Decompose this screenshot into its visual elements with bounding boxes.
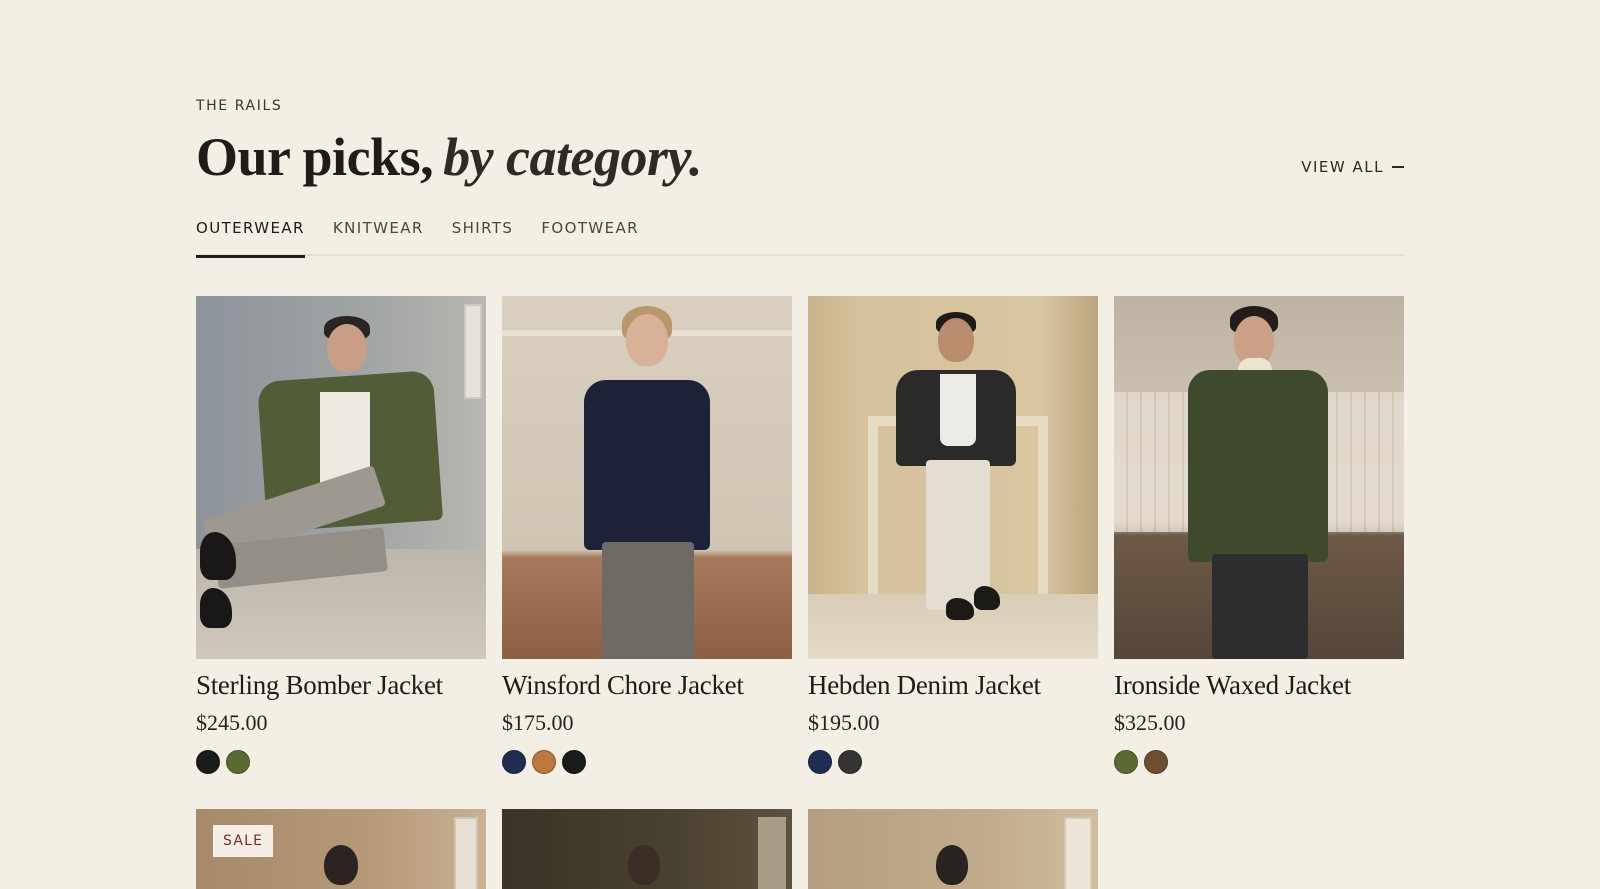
color-swatch[interactable] [226,750,250,774]
color-swatch[interactable] [1144,750,1168,774]
color-swatch[interactable] [532,750,556,774]
tab-shirts[interactable]: SHIRTS [452,212,514,256]
color-swatch[interactable] [562,750,586,774]
color-swatches [808,750,862,774]
view-all-link[interactable]: VIEW ALL [1301,158,1404,176]
dash-icon [1392,166,1404,168]
tab-outerwear[interactable]: OUTERWEAR [196,212,305,258]
product-card[interactable] [808,809,1098,889]
product-card[interactable]: Hebden Denim Jacket $195.00 [808,296,1098,774]
sale-badge: SALE [213,825,274,857]
product-name[interactable]: Sterling Bomber Jacket [196,670,443,701]
product-image[interactable] [1114,296,1404,659]
product-image[interactable] [808,296,1098,659]
product-image[interactable] [502,296,792,659]
product-card[interactable]: Sterling Bomber Jacket $245.00 [196,296,486,774]
product-image[interactable] [502,809,792,889]
section-headline: Our picks, by category. [196,124,702,190]
color-swatches [502,750,586,774]
product-price: $325.00 [1114,710,1186,735]
color-swatch[interactable] [808,750,832,774]
tab-footwear[interactable]: FOOTWEAR [541,212,639,256]
product-name[interactable]: Hebden Denim Jacket [808,670,1041,701]
product-price: $195.00 [808,710,880,735]
product-image[interactable]: SALE [196,809,486,889]
product-card[interactable]: Winsford Chore Jacket $175.00 [502,296,792,774]
color-swatches [196,750,250,774]
view-all-label: VIEW ALL [1301,158,1384,176]
section-eyebrow: THE RAILS [196,98,283,114]
category-tabs: OUTERWEAR KNITWEAR SHIRTS FOOTWEAR [196,212,1404,258]
color-swatch[interactable] [502,750,526,774]
headline-main: Our picks, [196,127,434,187]
headline-accent: by category. [443,127,702,187]
color-swatches [1114,750,1168,774]
product-card[interactable]: Ironside Waxed Jacket $325.00 [1114,296,1404,774]
product-image[interactable] [196,296,486,659]
product-price: $175.00 [502,710,574,735]
color-swatch[interactable] [838,750,862,774]
product-image[interactable] [808,809,1098,889]
product-name[interactable]: Winsford Chore Jacket [502,670,744,701]
product-name[interactable]: Ironside Waxed Jacket [1114,670,1351,701]
product-price: $245.00 [196,710,268,735]
product-card[interactable]: SALE [196,809,486,889]
tab-knitwear[interactable]: KNITWEAR [333,212,424,256]
color-swatch[interactable] [196,750,220,774]
product-card[interactable] [502,809,792,889]
color-swatch[interactable] [1114,750,1138,774]
